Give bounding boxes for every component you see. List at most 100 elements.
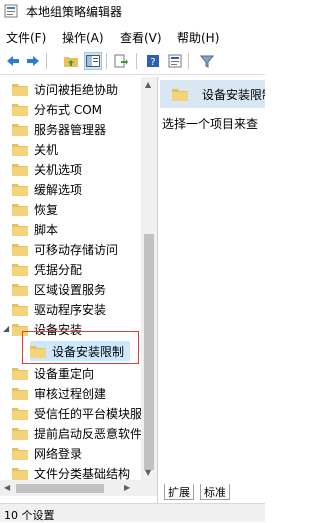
toolbar-separator	[188, 53, 189, 69]
toolbar: ?	[0, 48, 265, 75]
tree-item-label: 文件分类基础结构	[34, 466, 131, 481]
folder-icon	[12, 243, 28, 256]
tree-item[interactable]: 区域设置服务	[12, 279, 106, 299]
tree-item-label: 凭据分配	[34, 262, 83, 277]
window-title: 本地组策略编辑器	[26, 5, 123, 19]
toolbar-separator	[106, 53, 107, 69]
horizontal-scroll-thumb[interactable]	[16, 484, 104, 493]
help-button[interactable]: ?	[144, 52, 162, 70]
tab-standard[interactable]: 标准	[200, 484, 230, 500]
details-pane: 设备安装限制 选择一个项目来查	[160, 77, 265, 503]
folder-icon	[12, 163, 28, 176]
show-hide-tree-button[interactable]	[84, 52, 102, 70]
up-folder-icon	[64, 57, 78, 67]
back-button[interactable]	[4, 52, 22, 70]
folder-icon	[12, 407, 28, 420]
menu-view[interactable]: 查看(V)	[120, 29, 162, 46]
expand-collapse-icon[interactable]: ◢	[3, 324, 9, 333]
details-title: 设备安装限制	[202, 87, 265, 102]
tree-item[interactable]: 设备重定向	[12, 363, 94, 383]
tree-item-label: 网络登录	[34, 446, 83, 461]
tree-horizontal-scrollbar[interactable]: ◀ ▶	[0, 480, 157, 496]
tree-item-label: 服务器管理器	[34, 122, 107, 137]
folder-icon	[12, 283, 28, 296]
folder-icon	[12, 103, 28, 116]
tree-item-label: 缓解选项	[34, 182, 83, 197]
folder-icon	[12, 83, 28, 96]
folder-icon	[12, 143, 28, 156]
tree-item[interactable]: 受信任的平台模块服	[12, 403, 142, 423]
tree-item-label: 区域设置服务	[34, 282, 107, 297]
tree-item[interactable]: 凭据分配	[12, 259, 82, 279]
menu-bar: 文件(F) 操作(A) 查看(V) 帮助(H)	[0, 27, 265, 47]
scroll-down-arrow-icon[interactable]: ▼	[145, 469, 151, 477]
toolbar-separator	[46, 53, 47, 69]
folder-icon	[12, 123, 28, 136]
menu-action[interactable]: 操作(A)	[62, 29, 104, 46]
tree-item-label: 设备重定向	[34, 366, 95, 381]
tree-item-label: 可移动存储访问	[34, 242, 119, 257]
menu-file[interactable]: 文件(F)	[6, 29, 46, 46]
menu-help[interactable]: 帮助(H)	[177, 29, 219, 46]
folder-icon	[12, 387, 28, 400]
filter-button[interactable]	[198, 52, 216, 70]
folder-icon	[12, 203, 28, 216]
tree-item-label: 提前启动反恶意软件	[34, 426, 143, 441]
folder-icon	[12, 263, 28, 276]
folder-icon	[12, 367, 28, 380]
help-icon: ?	[147, 55, 159, 68]
tree-item-label: 关机	[34, 142, 59, 157]
tree-item[interactable]: 关机	[12, 139, 58, 159]
scroll-left-arrow-icon[interactable]: ◀	[4, 484, 10, 492]
forward-button[interactable]	[24, 52, 42, 70]
details-description: 选择一个项目来查	[162, 117, 259, 131]
export-list-button[interactable]	[112, 52, 130, 70]
back-arrow-icon	[7, 56, 19, 66]
folder-icon	[12, 467, 28, 480]
folder-icon	[12, 183, 28, 196]
forward-arrow-icon	[27, 56, 39, 66]
tree-item[interactable]: 驱动程序安装	[12, 299, 106, 319]
properties-icon	[168, 54, 182, 68]
tree-item-label: 恢复	[34, 202, 59, 217]
folder-icon	[12, 427, 28, 440]
svg-text:?: ?	[150, 57, 155, 68]
tab-extended[interactable]: 扩展	[164, 484, 194, 500]
folder-icon	[12, 303, 28, 316]
tree-item[interactable]: 网络登录	[12, 443, 82, 463]
title-bar: 本地组策略编辑器	[0, 0, 265, 22]
tree-item-label: 驱动程序安装	[34, 302, 107, 317]
export-list-icon	[114, 54, 128, 68]
tree-item[interactable]: 关机选项	[12, 159, 82, 179]
tree-item-label: 审核过程创建	[34, 386, 107, 401]
toolbar-separator	[136, 53, 137, 69]
tree-item-label: 受信任的平台模块服	[34, 406, 143, 421]
scroll-up-arrow-icon[interactable]: ▲	[145, 81, 151, 89]
tree-item-label: 访问被拒绝协助	[34, 82, 119, 97]
status-bar: 10 个设置	[0, 503, 265, 522]
tree-item[interactable]: 分布式 COM	[12, 99, 102, 119]
tree-item[interactable]: 服务器管理器	[12, 119, 106, 139]
vertical-scroll-thumb[interactable]	[144, 234, 154, 470]
tree-item[interactable]: 提前启动反恶意软件	[12, 423, 142, 443]
properties-button[interactable]	[166, 52, 184, 70]
tree-item[interactable]: 缓解选项	[12, 179, 82, 199]
highlight-callout	[22, 331, 139, 364]
tree-item-label: 关机选项	[34, 162, 83, 177]
show-hide-tree-icon	[86, 55, 100, 67]
tree-item[interactable]: 审核过程创建	[12, 383, 106, 403]
up-button[interactable]	[62, 52, 80, 70]
tree-item[interactable]: 可移动存储访问	[12, 239, 118, 259]
tree-item[interactable]: 脚本	[12, 219, 58, 239]
folder-icon	[12, 447, 28, 460]
tree-item[interactable]: 恢复	[12, 199, 58, 219]
tree-item-label: 分布式 COM	[34, 102, 102, 117]
tree-pane: 访问被拒绝协助 分布式 COM 服务器管理器 关机关机选项缓解选项恢复脚本可移动存储访…	[0, 77, 158, 503]
policy-editor-icon	[4, 4, 18, 18]
tree-item[interactable]: 访问被拒绝协助	[12, 79, 118, 99]
tree-item-label: 脚本	[34, 222, 59, 237]
folder-icon	[172, 88, 188, 101]
scroll-right-arrow-icon[interactable]: ▶	[124, 484, 130, 492]
folder-icon	[12, 223, 28, 236]
tree-vertical-scrollbar[interactable]: ▲ ▼	[141, 77, 157, 480]
